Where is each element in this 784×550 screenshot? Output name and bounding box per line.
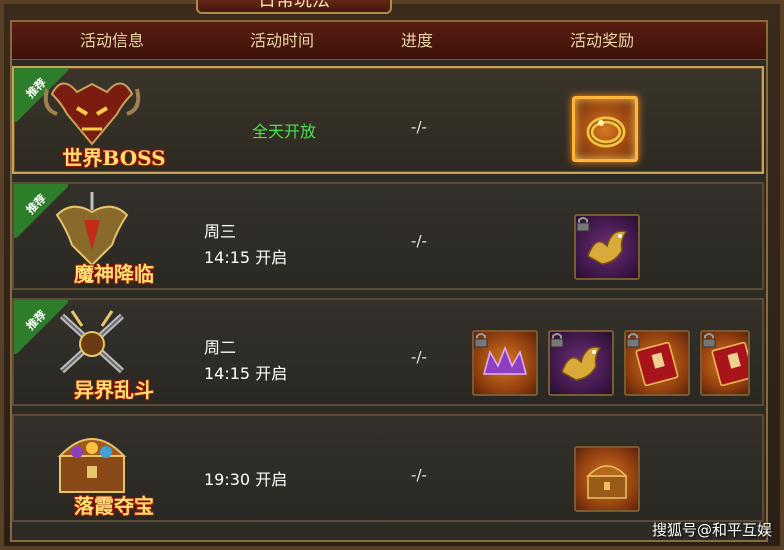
header-activity-reward: 活动奖励: [569, 31, 634, 50]
activity-row-otherworld-brawl[interactable]: 推荐 异界乱斗 周二 14:15 开启 -/-: [12, 298, 764, 406]
activity-time-line1: 全天开放: [251, 122, 316, 141]
activity-row-world-boss[interactable]: 推荐 世界BOSS 全天开放 -/-: [12, 66, 764, 174]
activity-name: 世界BOSS: [62, 146, 166, 170]
activity-row-demon-god[interactable]: 推荐 魔神降临 周三 14:15 开启 -/-: [12, 182, 764, 290]
table-header: 活动信息 活动时间 进度 活动奖励: [12, 22, 766, 60]
activity-progress: -/-: [411, 466, 427, 484]
activity-name: 落霞夺宝: [74, 494, 154, 518]
treasure-chest-icon: [586, 465, 628, 499]
reward-slot[interactable]: [574, 214, 640, 280]
reward-slot[interactable]: [572, 96, 638, 162]
header-activity-info: 活动信息: [79, 31, 144, 50]
activity-time-line2: 14:15 开启: [204, 248, 288, 267]
activity-name: 异界乱斗: [74, 378, 154, 402]
lock-icon: [474, 333, 488, 348]
reward-slot[interactable]: [548, 330, 614, 396]
reward-slot[interactable]: [574, 446, 640, 512]
lock-icon: [626, 333, 640, 348]
reward-slot[interactable]: [472, 330, 538, 396]
activity-time-line2: 19:30 开启: [204, 470, 288, 489]
ring-icon: [586, 116, 626, 148]
lock-icon: [576, 217, 590, 232]
activity-progress: -/-: [411, 232, 427, 250]
reward-slot[interactable]: [700, 330, 750, 396]
header-activity-time: 活动时间: [249, 31, 314, 50]
lock-icon: [702, 333, 716, 348]
activity-progress: -/-: [411, 118, 427, 136]
activity-time-line1: 周三: [204, 222, 237, 241]
activity-progress: -/-: [411, 348, 427, 366]
watermark: 搜狐号@和平互娱: [651, 521, 772, 539]
activity-row-sunset-treasure[interactable]: 落霞夺宝 19:30 开启 -/-: [12, 414, 764, 522]
activity-time-line1: 周二: [204, 338, 237, 357]
lock-icon: [550, 333, 564, 348]
activity-name: 魔神降临: [74, 262, 154, 286]
reward-slot[interactable]: [624, 330, 690, 396]
header-progress: 进度: [400, 31, 433, 50]
window-title: 日常玩法: [196, 0, 392, 14]
activity-time-line2: 14:15 开启: [204, 364, 288, 383]
